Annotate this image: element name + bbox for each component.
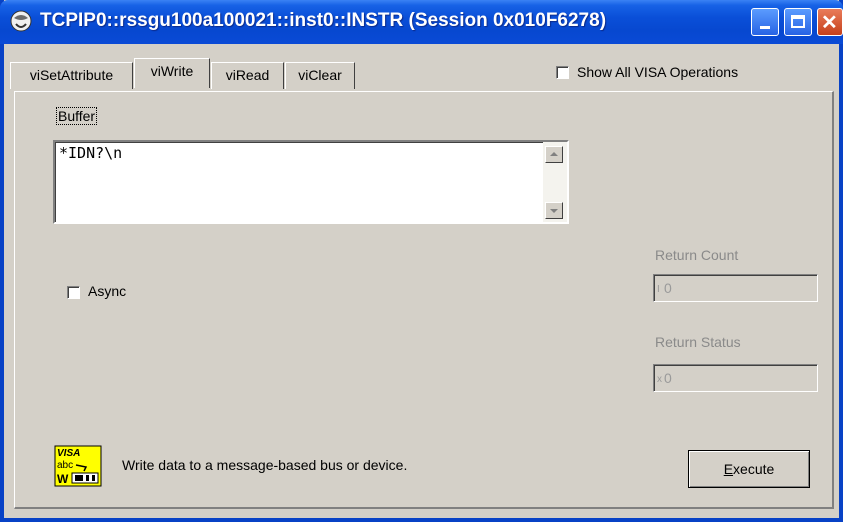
maximize-icon [791,15,805,28]
visa-window: TCPIP0::rssgu100a100021::inst0::INSTR (S… [0,0,843,522]
arrow-down-icon [550,209,558,213]
tab-viclear[interactable]: viClear [285,62,355,89]
arrow-up-icon [550,152,558,156]
scroll-up-button[interactable] [545,146,563,163]
scroll-down-button[interactable] [545,202,563,219]
minimize-icon [760,26,770,29]
execute-label: xecute [733,461,775,477]
buffer-scrollbar[interactable] [543,142,567,222]
tab-visetattribute[interactable]: viSetAttribute [10,62,133,89]
buffer-value: *IDN?\n [59,144,123,162]
execute-button[interactable]: Execute [688,450,810,488]
ni-visa-app-icon[interactable] [10,10,32,32]
close-icon: ✕ [821,12,838,34]
close-button[interactable]: ✕ [817,8,843,36]
title-bar[interactable]: TCPIP0::rssgu100a100021::inst0::INSTR (S… [0,0,843,44]
maximize-button[interactable] [784,8,812,36]
async-checkbox[interactable] [67,286,80,299]
show-all-label[interactable]: Show All VISA Operations [577,64,738,80]
tab-viwrite[interactable]: viWrite [134,58,210,88]
buffer-textarea[interactable]: *IDN?\n [53,140,569,224]
show-all-checkbox[interactable] [556,66,569,79]
minimize-button[interactable] [751,8,779,36]
execute-mnemonic: E [723,461,734,477]
tab-viread[interactable]: viRead [211,62,284,89]
window-title: TCPIP0::rssgu100a100021::inst0::INSTR (S… [40,10,607,31]
